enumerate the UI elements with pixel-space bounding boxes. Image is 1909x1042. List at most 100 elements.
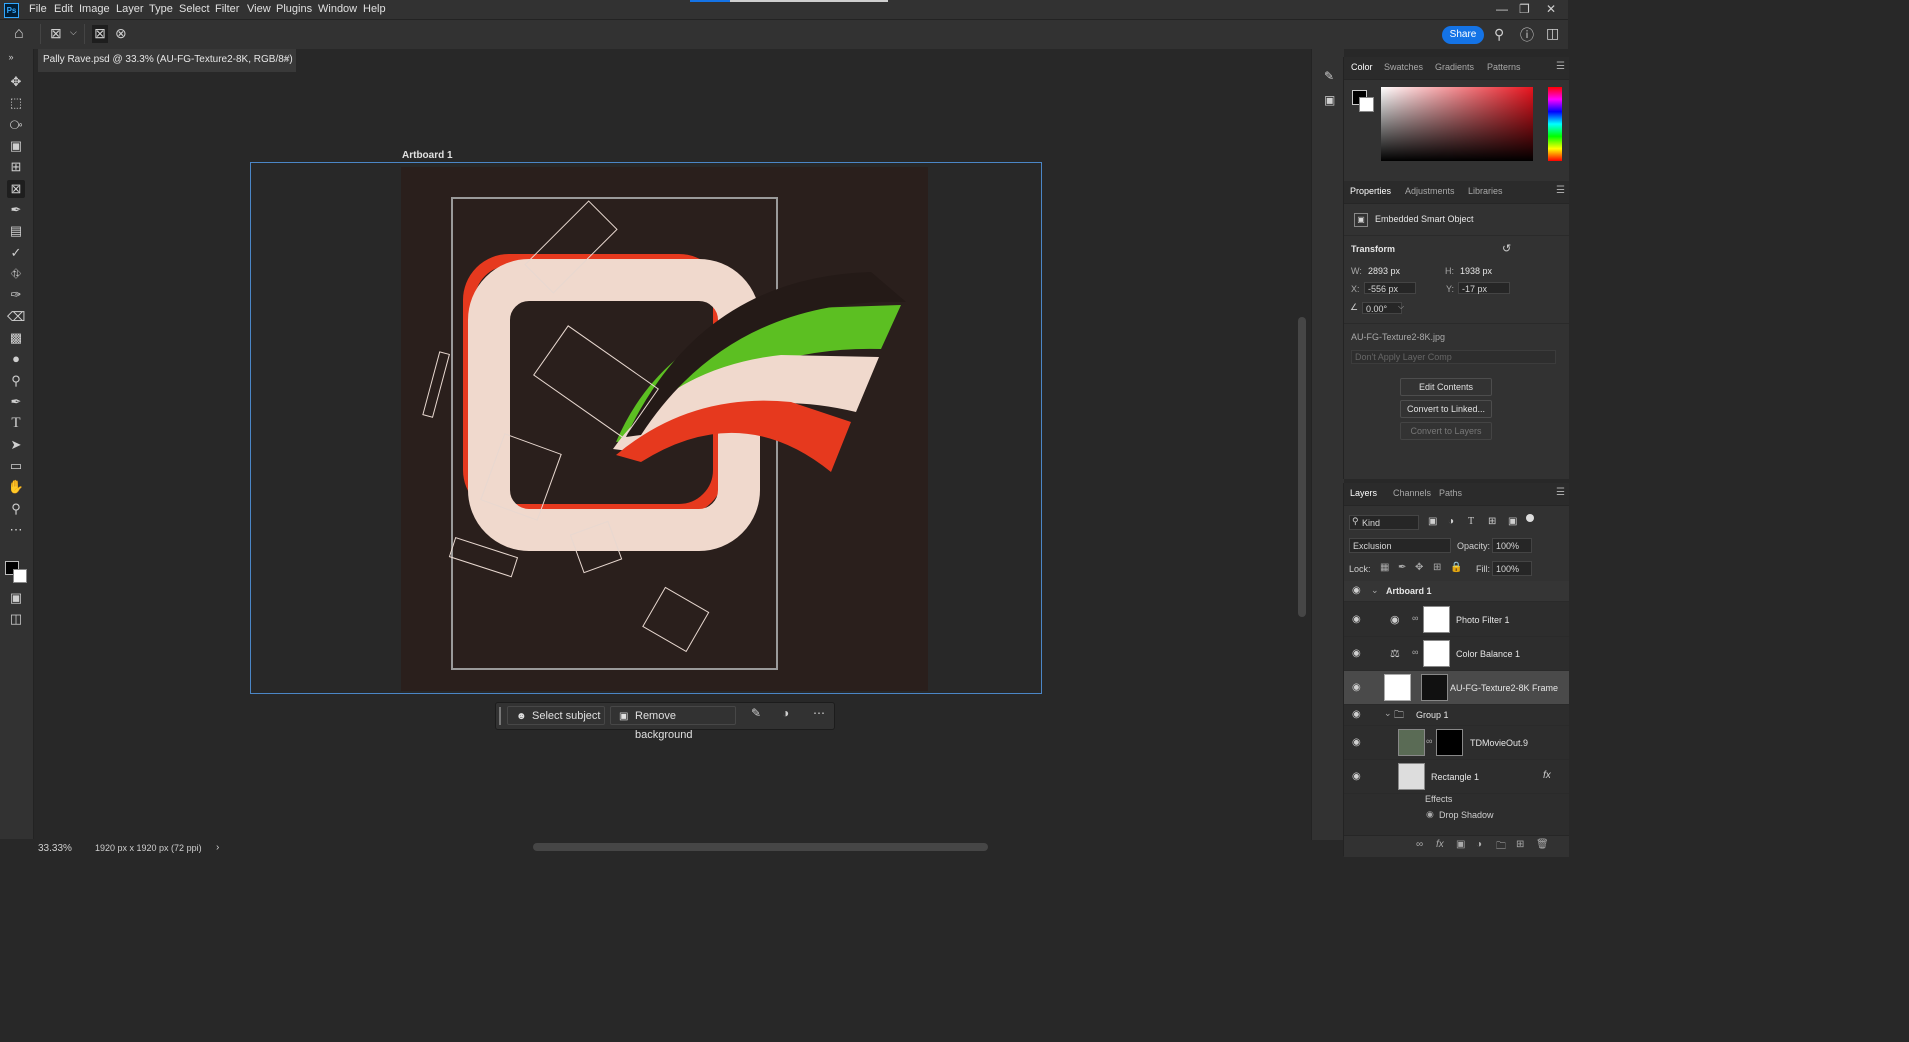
collapse-toolbar-icon[interactable]: » <box>2 48 20 66</box>
layer-mask-thumbnail[interactable] <box>1423 606 1450 633</box>
screen-mode-icon[interactable]: ◫ <box>7 610 25 628</box>
object-selection-icon[interactable]: ▣ <box>7 137 25 155</box>
visibility-eye-icon[interactable]: ◉ <box>1352 771 1361 782</box>
link-layers-icon[interactable]: ∞ <box>1416 839 1423 850</box>
select-subject-button[interactable]: ☻ Select subject <box>507 706 605 725</box>
chevron-right-icon[interactable]: › <box>216 842 219 853</box>
background-swatch[interactable] <box>1359 97 1374 112</box>
effect-visibility-icon[interactable]: ◉ <box>1426 809 1434 820</box>
menu-edit[interactable]: Edit <box>54 3 73 15</box>
more-options-icon[interactable]: ⋯ <box>813 706 825 720</box>
marquee-tool-icon[interactable]: ⬚ <box>7 94 25 112</box>
visibility-eye-icon[interactable]: ◉ <box>1352 648 1361 659</box>
close-window-icon[interactable]: ✕ <box>1546 2 1556 16</box>
chevron-down-icon[interactable]: ⌵ <box>70 27 77 38</box>
title-search-bar[interactable] <box>730 0 888 2</box>
blend-mode-select[interactable]: Exclusion <box>1349 538 1451 553</box>
ellipse-frame-icon[interactable]: ⊗ <box>115 25 127 42</box>
background-color-swatch[interactable] <box>13 569 27 583</box>
filter-toggle[interactable] <box>1526 514 1534 522</box>
adjustment-icon[interactable]: ◑ <box>782 706 789 720</box>
menu-image[interactable]: Image <box>79 3 110 15</box>
brush-tool-icon[interactable]: ✓ <box>7 244 25 262</box>
restore-icon[interactable]: ❐ <box>1519 2 1530 16</box>
angle-input[interactable]: 0.00° <box>1362 302 1402 314</box>
tab-channels[interactable]: Channels <box>1393 488 1431 498</box>
drag-handle[interactable] <box>499 707 501 725</box>
frame-tool-icon[interactable]: ⊠ <box>7 180 25 198</box>
y-position-input[interactable]: -17 px <box>1458 282 1510 294</box>
layer-row-artboard[interactable]: ◉ ⌄ Artboard 1 <box>1344 581 1569 602</box>
tab-gradients[interactable]: Gradients <box>1435 62 1474 72</box>
layer-thumbnail[interactable] <box>1398 763 1425 790</box>
crop-tool-icon[interactable]: ⊞ <box>7 158 25 176</box>
tab-adjustments[interactable]: Adjustments <box>1405 186 1455 196</box>
menu-type[interactable]: Type <box>149 3 173 15</box>
type-tool-icon[interactable]: T <box>7 414 25 432</box>
tab-properties[interactable]: Properties <box>1350 186 1391 196</box>
more-tools-icon[interactable]: ⋯ <box>7 521 25 539</box>
vertical-scroll-thumb[interactable] <box>1298 317 1306 617</box>
menu-window[interactable]: Window <box>318 3 357 15</box>
eraser-icon[interactable]: ⌫ <box>7 308 25 326</box>
lock-transparent-icon[interactable]: ▦ <box>1380 562 1389 573</box>
panel-menu-icon[interactable]: ☰ <box>1556 61 1565 72</box>
path-selection-icon[interactable]: ➤ <box>7 436 25 454</box>
tab-color[interactable]: Color <box>1351 62 1373 72</box>
document-tab[interactable]: Pally Rave.psd @ 33.3% (AU-FG-Texture2-8… <box>38 49 296 86</box>
convert-to-layers-button[interactable]: Convert to Layers <box>1400 422 1492 440</box>
lock-artboard-icon[interactable]: ⊞ <box>1433 562 1441 573</box>
menu-help[interactable]: Help <box>363 3 386 15</box>
layer-thumbnail[interactable] <box>1398 729 1425 756</box>
rectangle-tool-icon[interactable]: ▭ <box>7 457 25 475</box>
hue-slider[interactable] <box>1548 87 1562 161</box>
layer-mask-thumbnail[interactable] <box>1436 729 1463 756</box>
comments-icon[interactable]: ▣ <box>1324 93 1335 107</box>
lasso-tool-icon[interactable]: ⧂ <box>7 116 25 134</box>
layer-row-photo-filter[interactable]: ◉ ◉ ∞ Photo Filter 1 <box>1344 603 1569 637</box>
panel-menu-icon[interactable]: ☰ <box>1556 185 1565 196</box>
quick-mask-icon[interactable]: ▣ <box>7 589 25 607</box>
close-tab-icon[interactable]: × <box>284 49 290 70</box>
artboard-label[interactable]: Artboard 1 <box>402 150 453 161</box>
eyedropper-icon[interactable]: ✒ <box>7 201 25 219</box>
move-tool-icon[interactable]: ✥ <box>7 73 25 91</box>
horizontal-scroll-thumb[interactable] <box>533 843 988 851</box>
home-icon[interactable]: ⌂ <box>14 25 24 43</box>
zoom-tool-icon[interactable]: ⚲ <box>7 500 25 518</box>
new-group-icon[interactable]: 🗀 <box>1496 839 1506 856</box>
opacity-input[interactable]: 100% <box>1492 538 1532 553</box>
layer-row-color-balance[interactable]: ◉ ⚖ ∞ Color Balance 1 <box>1344 637 1569 671</box>
vertical-scrollbar[interactable] <box>1294 72 1310 840</box>
hand-tool-icon[interactable]: ✋ <box>7 478 25 496</box>
zoom-level[interactable]: 33.33% <box>38 843 72 854</box>
smart-object-filter-icon[interactable]: ▣ <box>1508 516 1517 527</box>
menu-filter[interactable]: Filter <box>215 3 239 15</box>
layer-row-tdmovieout[interactable]: ◉ ∞ TDMovieOut.9 <box>1344 726 1569 760</box>
lock-position-icon[interactable]: ✥ <box>1415 562 1423 573</box>
history-brush-icon[interactable]: ✑ <box>7 286 25 304</box>
panel-menu-icon[interactable]: ☰ <box>1556 487 1565 498</box>
chevron-down-icon[interactable]: ⌵ <box>1398 302 1404 312</box>
visibility-eye-icon[interactable]: ◉ <box>1352 585 1361 596</box>
edit-contents-button[interactable]: Edit Contents <box>1400 378 1492 396</box>
visibility-eye-icon[interactable]: ◉ <box>1352 682 1361 693</box>
menu-view[interactable]: View <box>247 3 271 15</box>
layer-filter-select[interactable]: Kind <box>1349 515 1419 530</box>
share-button[interactable]: Share <box>1442 26 1484 44</box>
stamp-tool-icon[interactable]: ⛗ <box>7 265 25 283</box>
tab-libraries[interactable]: Libraries <box>1468 186 1503 196</box>
help-icon[interactable]: ⓘ <box>1520 25 1534 45</box>
lock-pixels-icon[interactable]: ✒ <box>1398 562 1406 573</box>
frame-thumbnail[interactable] <box>1384 674 1411 701</box>
convert-to-linked-button[interactable]: Convert to Linked... <box>1400 400 1492 418</box>
chevron-down-icon[interactable]: ⌄ <box>1371 585 1379 596</box>
healing-brush-icon[interactable]: ▤ <box>7 222 25 240</box>
layer-comp-select[interactable]: Don't Apply Layer Comp <box>1351 350 1556 364</box>
adjustment-layer-icon[interactable]: ◑ <box>1476 839 1482 850</box>
color-field[interactable] <box>1381 87 1533 161</box>
adjustment-filter-icon[interactable]: ◑ <box>1448 516 1454 527</box>
fx-icon[interactable]: fx <box>1543 770 1551 781</box>
x-position-input[interactable]: -556 px <box>1364 282 1416 294</box>
visibility-eye-icon[interactable]: ◉ <box>1352 737 1361 748</box>
